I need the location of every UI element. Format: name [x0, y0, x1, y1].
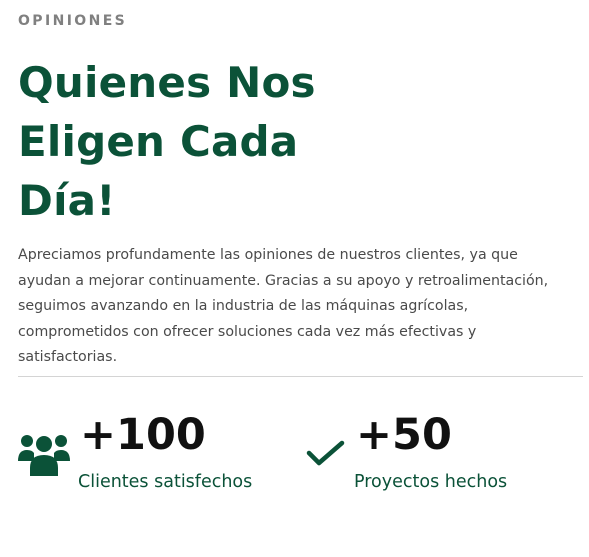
users-icon: [18, 430, 70, 476]
section-headline: Quienes Nos Eligen Cada Día!: [18, 53, 348, 230]
headline-line: Quienes Nos: [18, 58, 316, 107]
stat-label: Clientes satisfechos: [78, 472, 253, 492]
stat-clients: +100 Clientes satisfechos: [18, 402, 288, 502]
description-line: Apreciamos profundamente las opiniones d…: [18, 247, 518, 263]
description-line: satisfactorias.: [18, 349, 118, 366]
checkmark-icon: [306, 440, 346, 468]
section-description: Apreciamos profundamente las opiniones d…: [18, 243, 563, 371]
stat-label: Proyectos hechos: [354, 472, 508, 492]
headline-line: Día!: [18, 176, 116, 225]
stat-number: +100: [80, 410, 206, 460]
section-divider: [18, 376, 583, 377]
description-line: seguimos avanzando en la industria de la…: [18, 298, 469, 315]
stat-projects: +50 Proyectos hechos: [306, 402, 576, 502]
section-eyebrow: OPINIONES: [18, 13, 128, 29]
description-line: ayudan a mejorar continuamente. Gracias …: [18, 272, 549, 289]
stat-number: +50: [356, 410, 452, 460]
headline-line: Eligen Cada: [18, 117, 299, 166]
description-line: comprometidos con ofrecer soluciones cad…: [18, 323, 477, 340]
